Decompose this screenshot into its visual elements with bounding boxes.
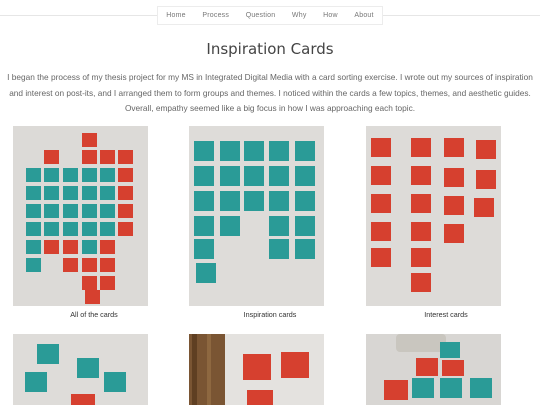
- all-cards-image: [13, 126, 148, 306]
- nav-link-how[interactable]: How: [323, 12, 338, 19]
- photo-inspiration-cards[interactable]: [189, 126, 324, 306]
- intro-paragraph: I began the process of my thesis project…: [7, 72, 533, 113]
- red-notes-image: [189, 334, 324, 405]
- caption-interest-cards: Interest cards: [424, 310, 468, 319]
- nav-divider-left: [0, 15, 157, 16]
- caption-all-cards: All of the cards: [70, 310, 118, 319]
- photo-teal-cluster[interactable]: [13, 334, 148, 405]
- nav-link-why[interactable]: Why: [292, 12, 307, 19]
- caption-inspiration-cards: Inspiration cards: [243, 310, 297, 319]
- nav-menu: Home Process Question Why How About: [157, 6, 383, 25]
- teal-cluster-image: [13, 334, 148, 405]
- photo-all-cards[interactable]: [13, 126, 148, 306]
- photo-interest-cards[interactable]: [366, 126, 501, 306]
- photo-mixed-notes[interactable]: [366, 334, 501, 405]
- nav-divider-right: [383, 15, 540, 16]
- nav-link-process[interactable]: Process: [202, 12, 229, 19]
- inspiration-cards-image: [189, 126, 324, 306]
- top-navigation: Home Process Question Why How About: [0, 0, 540, 30]
- nav-link-home[interactable]: Home: [166, 12, 185, 19]
- nav-link-about[interactable]: About: [354, 12, 373, 19]
- nav-link-question[interactable]: Question: [246, 12, 276, 19]
- page-title: Inspiration Cards: [206, 40, 334, 58]
- mixed-notes-image: [366, 334, 501, 405]
- interest-cards-image: [366, 126, 501, 306]
- photo-red-notes-wood[interactable]: [189, 334, 324, 405]
